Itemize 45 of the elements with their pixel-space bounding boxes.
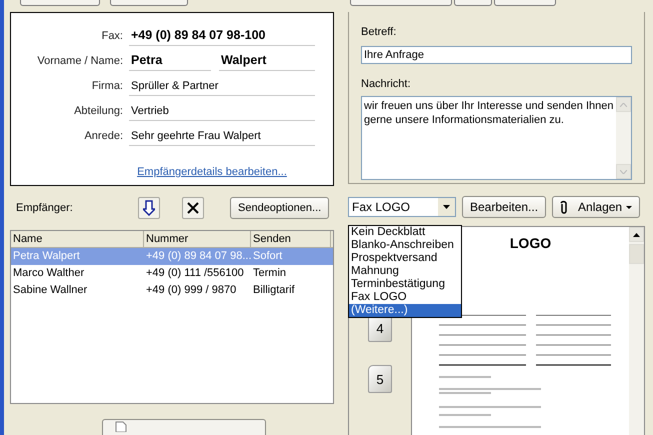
subject-label: Betreff: [361,26,398,38]
field-value: Walpert [219,53,315,71]
recipients-label: Empfänger: [15,202,74,214]
arrow-down-icon [143,200,155,216]
bottom-button[interactable] [102,419,266,435]
field-value: +49 (0) 89 84 07 98-100 [129,28,315,46]
message-label: Nachricht: [361,78,412,90]
chevron-up-icon [620,102,627,106]
delete-button[interactable] [182,197,204,219]
toolbar-button[interactable] [110,0,188,6]
close-icon [187,202,199,214]
field-value: Vertrieb [129,105,315,121]
document-icon [115,420,127,432]
column-header[interactable]: Senden [251,231,331,247]
paperclip-icon [560,200,568,214]
column-header[interactable]: Name [11,231,144,247]
subject-field[interactable]: Ihre Anfrage [361,46,632,64]
toolbar-button[interactable] [20,0,100,6]
field-label: Anrede: [83,130,124,144]
scrollbar-thumb[interactable] [629,244,644,264]
tab[interactable] [454,0,492,6]
field-value: Petra [129,53,211,71]
field-label: Fax: [100,30,124,44]
edit-details-link[interactable]: Empfängerdetails bearbeiten... [137,166,287,178]
message-field[interactable]: wir freuen uns über Ihr Interesse und senden Ihnen gerne unsere Informationsmaterialien zu. [361,96,632,180]
column-header[interactable]: Nummer [144,231,251,247]
caret-icon [626,206,632,208]
chevron-down-icon [620,170,627,174]
field-label: Firma: [90,80,124,94]
cover-page-dropdown[interactable]: Fax LOGO [348,197,456,217]
chevron-up-icon [633,232,640,236]
edit-button[interactable]: Bearbeiten... [462,196,546,218]
field-value: Sprüller & Partner [129,80,315,96]
page-thumbnail[interactable]: 5 [368,365,392,393]
menu-item[interactable]: (Weitere...) [349,304,461,317]
caret-icon [443,205,450,209]
send-options-button[interactable]: Sendeoptionen... [230,197,330,219]
preview-title: LOGO [510,235,552,251]
field-value: Sehr geehrte Frau Walpert [129,130,315,146]
field-label: Abteilung: [73,105,124,119]
attachments-button[interactable]: Anlagen [552,196,640,218]
field-label: Vorname / Name: [36,55,124,69]
tab[interactable] [494,0,556,6]
move-down-button[interactable] [138,197,160,219]
tab[interactable] [350,0,452,6]
